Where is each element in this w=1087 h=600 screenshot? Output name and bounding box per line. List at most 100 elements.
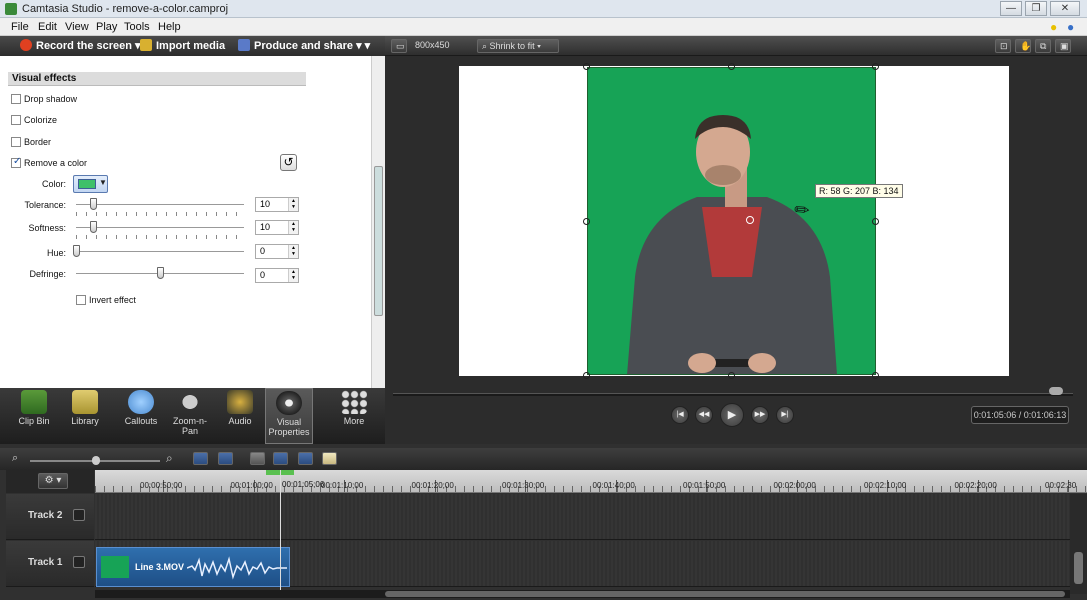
track-header-2[interactable]: Track 2 <box>6 494 94 540</box>
tab-clip-bin[interactable]: Clip Bin <box>8 388 60 444</box>
close-button[interactable]: ✕ <box>1050 1 1080 16</box>
resize-handle[interactable] <box>583 372 590 379</box>
tab-visual-properties[interactable]: Visual Properties <box>265 388 313 444</box>
checkbox[interactable] <box>11 137 21 147</box>
invert-effect-option[interactable]: Invert effect <box>76 295 136 305</box>
media-clip[interactable]: Line 3.MOV <box>96 547 290 587</box>
scrollbar-thumb[interactable] <box>385 591 1065 597</box>
lock-icon[interactable] <box>73 556 85 568</box>
produce-share-button[interactable]: Produce and share ▾ ▾ <box>238 39 370 52</box>
drop-shadow-option[interactable]: Drop shadow <box>11 94 77 104</box>
rotate-handle[interactable] <box>746 216 754 224</box>
lightbulb-icon[interactable]: ● <box>1050 20 1057 34</box>
menu-file[interactable]: File <box>11 21 29 33</box>
resize-handle[interactable] <box>728 372 735 379</box>
defringe-value[interactable]: 0 <box>260 270 265 280</box>
resize-handle[interactable] <box>583 63 590 70</box>
playhead[interactable] <box>280 470 281 596</box>
tolerance-slider-track[interactable] <box>76 204 244 206</box>
skip-back-icon[interactable]: |◀ <box>671 406 689 424</box>
selection-box[interactable] <box>587 67 876 375</box>
rewind-icon[interactable]: ◀◀ <box>695 406 713 424</box>
tab-callouts[interactable]: Callouts <box>115 388 167 444</box>
softness-slider-track[interactable] <box>76 227 244 229</box>
redo-icon[interactable] <box>218 452 233 465</box>
skip-forward-icon[interactable]: ▶| <box>776 406 794 424</box>
scrub-thumb[interactable] <box>1049 387 1063 395</box>
help-icon[interactable]: ● <box>1067 20 1074 34</box>
zoom-out-icon[interactable]: ⌕ <box>12 452 18 465</box>
resize-handle[interactable] <box>872 218 879 225</box>
resize-handle[interactable] <box>872 63 879 70</box>
softness-value[interactable]: 10 <box>260 222 270 232</box>
resize-handle[interactable] <box>583 218 590 225</box>
split-icon[interactable] <box>273 452 288 465</box>
tolerance-spinner[interactable]: 10 ▲ ▼ <box>255 197 299 212</box>
color-picker-button[interactable]: ▼ <box>73 175 108 193</box>
softness-spinner[interactable]: 10 ▲ ▼ <box>255 220 299 235</box>
colorize-option[interactable]: Colorize <box>11 115 57 125</box>
hue-slider-thumb[interactable] <box>73 245 80 257</box>
pan-hand-icon[interactable]: ✋ <box>1015 39 1031 53</box>
record-screen-button[interactable]: Record the screen ▾ <box>20 39 141 52</box>
scrub-bar[interactable] <box>393 393 1073 396</box>
softness-slider-thumb[interactable] <box>89 221 97 233</box>
reset-icon[interactable]: ↺ <box>280 154 297 171</box>
hue-spinner[interactable]: 0 ▲ ▼ <box>255 244 299 259</box>
detach-icon[interactable]: ⧉ <box>1035 39 1051 53</box>
menu-edit[interactable]: Edit <box>38 21 57 33</box>
cut-icon[interactable] <box>250 452 265 465</box>
menu-tools[interactable]: Tools <box>124 21 150 33</box>
defringe-spinner[interactable]: 0 ▲ ▼ <box>255 268 299 283</box>
zoom-in-icon[interactable]: ⌕ <box>166 451 173 466</box>
copy-icon[interactable] <box>298 452 313 465</box>
hue-value[interactable]: 0 <box>260 246 265 256</box>
scrollbar-thumb[interactable] <box>374 166 383 316</box>
lock-icon[interactable] <box>73 509 85 521</box>
crop-icon[interactable]: ⊡ <box>995 39 1011 53</box>
paste-icon[interactable] <box>322 452 337 465</box>
play-button[interactable]: ▶ <box>720 403 744 427</box>
video-canvas[interactable]: ✎ R: 58 G: 207 B: 134 <box>459 63 1009 379</box>
resize-handle[interactable] <box>872 372 879 379</box>
canvas-size-label[interactable]: 800x450 <box>411 39 471 53</box>
tolerance-value[interactable]: 10 <box>260 199 270 209</box>
checkbox[interactable] <box>11 94 21 104</box>
time-ruler[interactable]: 00:00:50;00 00:01:00;00 00:01:10;00 00:01:2… <box>95 470 1087 493</box>
timeline-vertical-scrollbar[interactable] <box>1070 494 1087 594</box>
gear-icon[interactable]: ⚙ ▾ <box>38 473 68 489</box>
tab-zoom-n-pan[interactable]: Zoom-n- Pan <box>167 388 213 444</box>
tolerance-slider-thumb[interactable] <box>89 198 97 210</box>
zoom-dropdown[interactable]: ⌕ Shrink to fit ▾ <box>477 39 559 53</box>
import-media-button[interactable]: Import media <box>140 39 225 52</box>
zoom-slider-thumb[interactable] <box>92 456 100 465</box>
spinner-arrows-icon[interactable]: ▲ ▼ <box>288 198 298 211</box>
minimize-button[interactable]: — <box>1000 1 1022 16</box>
menu-view[interactable]: View <box>65 21 89 33</box>
hue-slider-track[interactable] <box>76 251 244 253</box>
undo-icon[interactable] <box>193 452 208 465</box>
checkbox-checked[interactable] <box>11 156 21 168</box>
menu-help[interactable]: Help <box>158 21 181 33</box>
canvas-size-icon[interactable]: ▭ <box>391 39 407 53</box>
remove-color-option[interactable]: Remove a color <box>11 156 87 168</box>
resize-handle[interactable] <box>728 63 735 70</box>
border-option[interactable]: Border <box>11 137 51 147</box>
scrollbar-thumb[interactable] <box>1074 552 1083 584</box>
tab-more[interactable]: More <box>328 388 380 444</box>
maximize-button[interactable]: ❐ <box>1025 1 1047 16</box>
tab-library[interactable]: Library <box>60 388 110 444</box>
tab-audio[interactable]: Audio <box>216 388 264 444</box>
fullscreen-icon[interactable]: ▣ <box>1055 39 1071 53</box>
track-2-lane[interactable] <box>95 494 1070 540</box>
spinner-arrows-icon[interactable]: ▲ ▼ <box>288 245 298 258</box>
panel-scrollbar[interactable] <box>371 56 385 388</box>
spinner-arrows-icon[interactable]: ▲ ▼ <box>288 269 298 282</box>
track-header-1[interactable]: Track 1 <box>6 541 94 587</box>
menu-play[interactable]: Play <box>96 21 117 33</box>
fast-forward-icon[interactable]: ▶▶ <box>751 406 769 424</box>
defringe-slider-thumb[interactable] <box>157 267 164 279</box>
spinner-arrows-icon[interactable]: ▲ ▼ <box>288 221 298 234</box>
timeline-horizontal-scrollbar[interactable] <box>95 590 1070 598</box>
checkbox[interactable] <box>76 295 86 305</box>
